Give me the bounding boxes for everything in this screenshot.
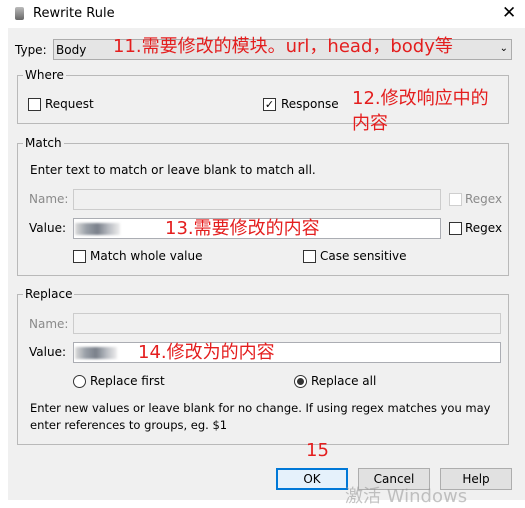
replace-hint-line2: enter references to groups, eg. $1 (30, 418, 228, 432)
replace-value-label: Value: (29, 345, 66, 359)
request-label: Request (45, 97, 94, 111)
annotation-12-line1: 12.修改响应中的 (352, 88, 489, 109)
close-icon[interactable]: ✕ (502, 3, 516, 23)
match-name-label: Name: (29, 192, 69, 206)
replace-all-radio[interactable] (294, 375, 307, 388)
type-label: Type: (15, 43, 47, 57)
match-legend: Match (23, 136, 64, 150)
redacted-value (75, 347, 117, 359)
match-name-regex-label: Regex (465, 192, 503, 206)
replace-hint-line1: Enter new values or leave blank for no c… (30, 401, 491, 415)
match-hint: Enter text to match or leave blank to ma… (30, 163, 316, 177)
match-whole-label: Match whole value (90, 249, 203, 263)
replace-legend: Replace (23, 287, 75, 301)
match-value-label: Value: (29, 221, 66, 235)
annotation-13: 13.需要修改的内容 (165, 218, 320, 239)
annotation-11: 11.需要修改的模块。url，head，body等 (113, 36, 453, 57)
replace-first-label: Replace first (90, 374, 165, 388)
where-legend: Where (23, 68, 66, 82)
window-title: Rewrite Rule (33, 6, 115, 21)
request-checkbox[interactable] (28, 98, 41, 111)
annotation-14: 14.修改为的内容 (138, 342, 275, 363)
redacted-value (75, 223, 120, 235)
case-sensitive-label: Case sensitive (320, 249, 407, 263)
annotation-12-line2: 内容 (352, 113, 388, 134)
title-bar: Rewrite Rule ✕ (0, 0, 525, 28)
ok-button[interactable]: OK (276, 468, 348, 490)
case-sensitive-checkbox[interactable] (303, 250, 316, 263)
match-whole-checkbox[interactable] (73, 250, 86, 263)
match-value-regex-label: Regex (465, 221, 503, 235)
annotation-15: 15 (306, 440, 329, 461)
replace-all-label: Replace all (311, 374, 377, 388)
app-icon (15, 7, 24, 20)
response-label: Response (281, 97, 339, 111)
response-checkbox[interactable]: ✓ (263, 98, 276, 111)
match-value-regex-checkbox[interactable] (449, 222, 462, 235)
replace-first-radio[interactable] (73, 375, 86, 388)
match-name-input (73, 189, 441, 210)
replace-name-input (73, 313, 501, 334)
windows-watermark: 激活 Windows (345, 486, 468, 507)
replace-name-label: Name: (29, 317, 69, 331)
match-name-regex-checkbox (449, 193, 462, 206)
chevron-down-icon: ⌄ (499, 43, 508, 54)
